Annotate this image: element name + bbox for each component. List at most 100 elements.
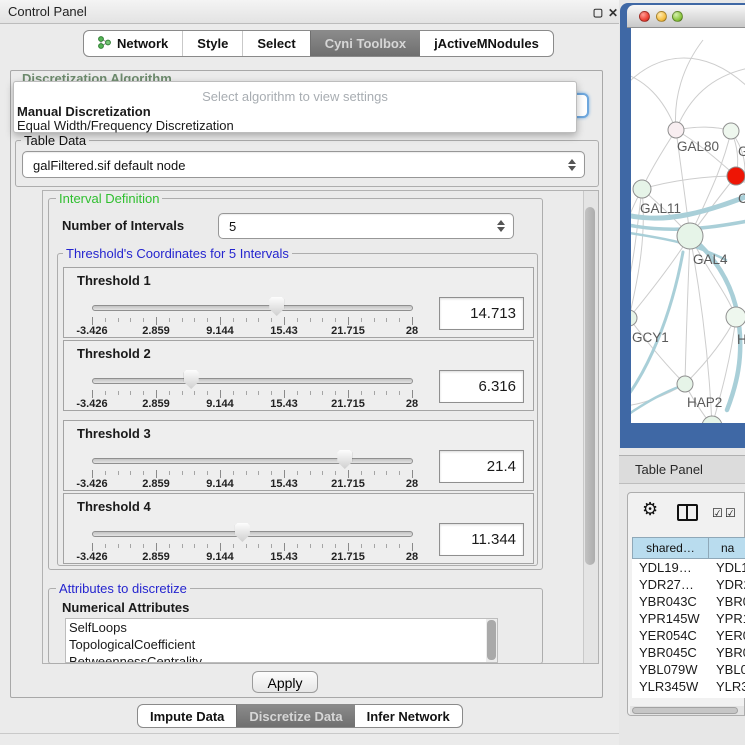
table-data-label: Table Data bbox=[21, 133, 89, 148]
attribute-list-item[interactable]: SelfLoops bbox=[66, 619, 497, 636]
network-window-titlebar[interactable] bbox=[627, 5, 745, 28]
attribute-list-item[interactable]: BetweennessCentrality bbox=[66, 653, 497, 663]
slider-tick bbox=[194, 318, 195, 322]
column-header-name[interactable]: na bbox=[709, 537, 745, 559]
cell-shared-name: YBR045C bbox=[632, 644, 709, 661]
close-icon[interactable]: ✕ bbox=[606, 6, 620, 20]
zoom-traffic-light-icon[interactable] bbox=[672, 11, 683, 22]
close-traffic-light-icon[interactable] bbox=[639, 11, 650, 22]
network-node-gal4[interactable] bbox=[677, 223, 703, 249]
column-header-shared-name[interactable]: shared… bbox=[632, 537, 709, 559]
slider-track[interactable] bbox=[92, 458, 413, 464]
algorithm-option-equal-width[interactable]: Equal Width/Frequency Discretization bbox=[17, 118, 234, 133]
tab-label: Cyni Toolbox bbox=[325, 36, 406, 51]
slider-tick bbox=[297, 544, 298, 548]
slider-track[interactable] bbox=[92, 305, 413, 311]
slider-tick bbox=[412, 543, 413, 551]
node-label: GCY1 bbox=[632, 330, 669, 345]
threshold-value: 6.316 bbox=[478, 371, 516, 402]
network-node-ga[interactable] bbox=[723, 123, 739, 139]
apply-button[interactable]: Apply bbox=[252, 671, 318, 693]
slider-track[interactable] bbox=[92, 378, 413, 384]
tab-discretize-data[interactable]: Discretize Data bbox=[236, 705, 354, 727]
float-window-icon[interactable]: ▢ bbox=[591, 6, 605, 20]
network-node-c[interactable] bbox=[727, 167, 745, 185]
table-row[interactable]: YER054CYER0 bbox=[632, 627, 745, 644]
table-row[interactable]: YLR345WYLR3 bbox=[632, 678, 745, 695]
attribute-list-item[interactable]: TopologicalCoefficient bbox=[66, 636, 497, 653]
network-node-hap2[interactable] bbox=[677, 376, 693, 392]
slider-thumb[interactable] bbox=[269, 297, 284, 316]
tick-label: 9.144 bbox=[190, 398, 250, 410]
network-node-gcy1[interactable] bbox=[631, 310, 637, 326]
minimize-traffic-light-icon[interactable] bbox=[656, 11, 667, 22]
slider-tick bbox=[310, 544, 311, 548]
vertical-scrollbar-thumb[interactable] bbox=[585, 207, 595, 565]
table-row[interactable]: YBR045CYBR0 bbox=[632, 644, 745, 661]
threshold-value-field[interactable]: 21.4 bbox=[439, 450, 524, 483]
threshold-panel: Threshold 1-3.4262.8599.14415.4321.71528… bbox=[63, 267, 534, 338]
threshold-label: Threshold 1 bbox=[77, 273, 151, 288]
cell-shared-name: YER054C bbox=[632, 627, 709, 644]
numerical-attributes-list: SelfLoopsTopologicalCoefficientBetweenne… bbox=[65, 618, 498, 663]
network-edge bbox=[631, 74, 676, 130]
slider-tick bbox=[143, 391, 144, 395]
tick-label: -3.426 bbox=[62, 325, 122, 337]
tick-label: 21.715 bbox=[318, 551, 378, 563]
table-row[interactable]: YBR043CYBR0 bbox=[632, 593, 745, 610]
tab-impute-data[interactable]: Impute Data bbox=[138, 705, 236, 727]
slider-tick bbox=[118, 318, 119, 322]
algorithm-option-manual[interactable]: Manual Discretization bbox=[17, 104, 151, 119]
tab-network[interactable]: Network bbox=[84, 31, 182, 56]
table-data-combobox[interactable]: galFiltered.sif default node bbox=[22, 151, 585, 178]
tick-label: 15.43 bbox=[254, 478, 314, 490]
tab-jactivemnodules[interactable]: jActiveMNodules bbox=[420, 31, 553, 56]
tick-label: 28 bbox=[382, 398, 442, 410]
network-canvas[interactable]: GAL80GACGAL11GAL4GCY1HHAP2 bbox=[631, 28, 745, 423]
network-edge bbox=[676, 68, 745, 130]
node-label: H bbox=[737, 332, 745, 347]
gear-icon[interactable]: ⚙ bbox=[642, 499, 658, 520]
threshold-value-field[interactable]: 6.316 bbox=[439, 370, 524, 403]
tab-select[interactable]: Select bbox=[242, 31, 309, 56]
slider-tick bbox=[143, 471, 144, 475]
tab-cyni-toolbox[interactable]: Cyni Toolbox bbox=[310, 31, 420, 56]
list-scrollbar-thumb[interactable] bbox=[487, 620, 496, 660]
threshold-value-field[interactable]: 11.344 bbox=[439, 523, 524, 556]
tab-infer-network[interactable]: Infer Network bbox=[355, 705, 462, 727]
split-view-icon[interactable] bbox=[677, 504, 698, 521]
slider-thumb[interactable] bbox=[337, 450, 352, 469]
panel-bottom-divider bbox=[0, 733, 619, 734]
tick-label: 28 bbox=[382, 551, 442, 563]
slider-tick bbox=[335, 471, 336, 475]
table-row[interactable]: YDL19…YDL1 bbox=[632, 559, 745, 576]
table-row[interactable]: YDR27…YDR2 bbox=[632, 576, 745, 593]
table-row[interactable]: YPR145WYPR1 bbox=[632, 610, 745, 627]
table-row[interactable]: YBL079WYBL0 bbox=[632, 661, 745, 678]
number-of-intervals-combobox[interactable]: 5 bbox=[218, 213, 514, 239]
tick-label: 2.859 bbox=[126, 551, 186, 563]
slider-thumb[interactable] bbox=[184, 370, 199, 389]
stepper-arrows-icon bbox=[568, 159, 576, 171]
slider-thumb[interactable] bbox=[235, 523, 250, 542]
network-node-h[interactable] bbox=[726, 307, 745, 327]
network-node-gal11[interactable] bbox=[633, 180, 651, 198]
table-row[interactable]: YIL052CYIL0 bbox=[632, 695, 745, 698]
threshold-value-field[interactable]: 14.713 bbox=[439, 297, 524, 330]
tick-label: -3.426 bbox=[62, 398, 122, 410]
horizontal-scrollbar-thumb[interactable] bbox=[632, 707, 738, 714]
network-node-gal80[interactable] bbox=[668, 122, 684, 138]
thresholds-group-label: Threshold's Coordinates for 5 Intervals bbox=[63, 246, 292, 261]
node-label: GAL11 bbox=[640, 201, 681, 216]
checkbox-icon[interactable]: ☑ bbox=[725, 506, 736, 520]
cell-name: YIL0 bbox=[709, 695, 745, 698]
slider-tick bbox=[169, 391, 170, 395]
slider-tick bbox=[284, 317, 285, 325]
slider-tick bbox=[220, 543, 221, 551]
checkbox-icon[interactable]: ☑ bbox=[712, 506, 723, 520]
cell-name: YBR0 bbox=[709, 593, 745, 610]
horizontal-scrollbar-track[interactable] bbox=[630, 706, 744, 715]
tab-style[interactable]: Style bbox=[182, 31, 242, 56]
slider-track[interactable] bbox=[92, 531, 413, 537]
node-label: HAP2 bbox=[687, 395, 722, 410]
